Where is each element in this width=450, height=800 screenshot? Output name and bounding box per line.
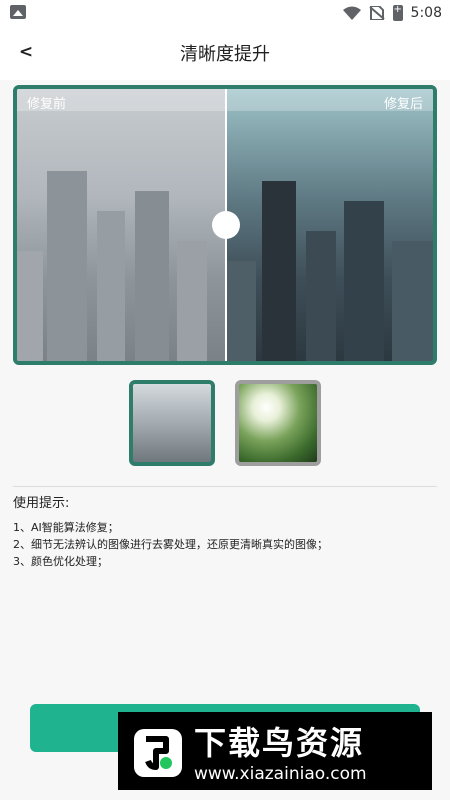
tip-item: 1、AI智能算法修复；: [13, 521, 119, 534]
wifi-icon: [342, 6, 361, 20]
gallery-notification-icon: [10, 5, 26, 19]
divider-line: [13, 486, 437, 487]
thumbnail-city-selected[interactable]: [129, 380, 215, 466]
watermark-url: www.xiazainiao.com: [194, 764, 367, 784]
status-bar: 5:08: [0, 0, 450, 26]
after-image: [226, 89, 433, 361]
thumbnail-forest[interactable]: [235, 380, 321, 466]
tip-item: 3、颜色优化处理；: [13, 555, 108, 568]
after-label: 修复后: [383, 97, 423, 112]
compare-slider-handle[interactable]: [212, 211, 240, 239]
bird-logo-icon: [134, 729, 182, 777]
usage-tips: 使用提示: 1、AI智能算法修复； 2、细节无法辨认的图像进行去雾处理，还原更清…: [13, 492, 437, 570]
watermark-banner: 下载鸟资源 www.xiazainiao.com: [118, 712, 432, 790]
battery-charging-icon: [392, 4, 403, 21]
page-title: 清晰度提升: [180, 44, 270, 65]
before-image: [17, 89, 226, 361]
app-bar: < 清晰度提升: [0, 26, 450, 80]
clock: 5:08: [410, 5, 442, 21]
before-label: 修复前: [27, 97, 67, 112]
no-sim-icon: [368, 6, 385, 20]
tips-heading: 使用提示:: [13, 496, 70, 511]
before-after-comparison[interactable]: 修复前 修复后: [13, 85, 437, 365]
watermark-title: 下载鸟资源: [194, 724, 365, 762]
tip-item: 2、细节无法辨认的图像进行去雾处理，还原更清晰真实的图像；: [13, 538, 328, 551]
sample-thumbnails: [0, 380, 450, 466]
status-icons: 5:08: [342, 3, 442, 23]
